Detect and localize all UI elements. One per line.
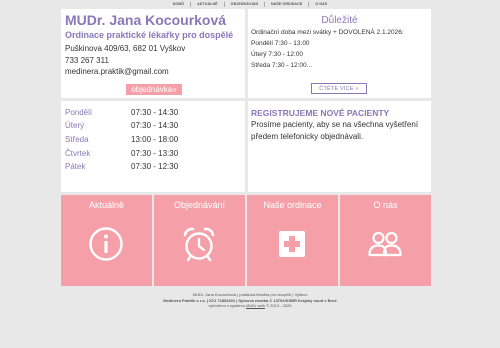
footer: MUDr. Jana Kocourková | praktická lékařk…: [0, 292, 500, 309]
important-line: Ordinační doba mezi svátky + DOVOLENÁ 2.…: [251, 29, 404, 36]
hours-row: Pátek 07:30 - 12:30: [65, 162, 235, 174]
hours-day: Úterý: [65, 121, 85, 130]
address: Puškinova 409/63, 682 01 Vyškov: [65, 44, 186, 53]
tile-news[interactable]: Aktuálně: [61, 195, 152, 286]
registration-panel: REGISTRUJEME NOVÉ PACIENTY Prosíme pacie…: [248, 101, 431, 192]
registration-title: REGISTRUJEME NOVÉ PACIENTY: [251, 108, 390, 118]
office-subtitle: Ordinace praktické lékařky pro dospělé: [65, 30, 234, 40]
info-icon: [89, 227, 123, 261]
hours-row: Středa 13:00 - 18:00: [65, 135, 235, 147]
hours-time: 07:30 - 12:30: [131, 162, 179, 171]
footer-copyright: © 2013 - 2026: [266, 303, 292, 308]
registration-text: Prosíme pacienty, aby se na všechna vyše…: [251, 120, 419, 141]
hours-row: Úterý 07:30 - 14:30: [65, 121, 235, 133]
contact-panel: MUDr. Jana Kocourková Ordinace praktické…: [61, 9, 245, 98]
tile-about-us[interactable]: O nás: [340, 195, 431, 286]
tile-label: Objednávání: [173, 200, 226, 210]
email[interactable]: medinera.praktik@gmail.com: [65, 67, 169, 76]
doctor-name: MUDr. Jana Kocourková: [65, 12, 227, 28]
hours-row: Čtvrtek 07:30 - 13:30: [65, 149, 235, 161]
hours-row: Pondělí 07:30 - 14:30: [65, 108, 235, 120]
nav-about-us[interactable]: O NÁS: [309, 2, 333, 7]
hours-time: 07:30 - 14:30: [131, 108, 179, 117]
medical-cross-icon: [279, 231, 305, 257]
hours-day: Pátek: [65, 162, 86, 171]
hours-day: Středa: [65, 135, 89, 144]
top-navigation: DOMŮ AKTUÁLNĚ OBJEDNÁVÁNÍ NAŠE ORDINACE …: [0, 0, 500, 9]
hours-time: 07:30 - 13:30: [131, 149, 179, 158]
tile-ordering[interactable]: Objednávání: [154, 195, 245, 286]
order-button[interactable]: objednávka»: [126, 84, 182, 95]
footer-credits-prefix: vytvořeno v systému: [208, 303, 245, 308]
important-title: Důležité: [321, 15, 358, 26]
important-panel: Důležité Ordinační doba mezi svátky + DO…: [248, 9, 431, 98]
tile-label: O nás: [373, 200, 398, 210]
important-line: Úterý 7:30 - 12:00: [251, 51, 304, 58]
nav-our-office[interactable]: NAŠE ORDINACE: [265, 2, 310, 7]
tile-label: Aktuálně: [88, 200, 125, 210]
read-more-button[interactable]: ČTĚTE VÍCE »: [311, 83, 367, 94]
tile-our-office[interactable]: Naše ordinace: [247, 195, 338, 286]
important-line: Středa 7:30 - 12:00...: [251, 62, 313, 69]
hours-day: Pondělí: [65, 108, 93, 117]
footer-link[interactable]: MUDr web: [246, 303, 265, 308]
phone: 733 267 311: [65, 56, 109, 65]
nav-ordering[interactable]: OBJEDNÁVÁNÍ: [225, 2, 265, 7]
nav-home[interactable]: DOMŮ: [167, 2, 192, 7]
important-line: Pondělí 7:30 - 13:00: [251, 40, 310, 47]
hours-time: 07:30 - 14:30: [131, 121, 179, 130]
office-hours-panel: Pondělí 07:30 - 14:30 Úterý 07:30 - 14:3…: [61, 101, 245, 192]
footer-credits: vytvořeno v systému MUDr web © 2013 - 20…: [0, 303, 500, 309]
hours-time: 13:00 - 18:00: [131, 135, 179, 144]
tile-label: Naše ordinace: [263, 200, 322, 210]
hours-day: Čtvrtek: [65, 149, 91, 158]
people-icon: [368, 231, 402, 257]
alarm-clock-icon: [183, 227, 215, 262]
nav-news[interactable]: AKTUÁLNĚ: [191, 2, 225, 7]
